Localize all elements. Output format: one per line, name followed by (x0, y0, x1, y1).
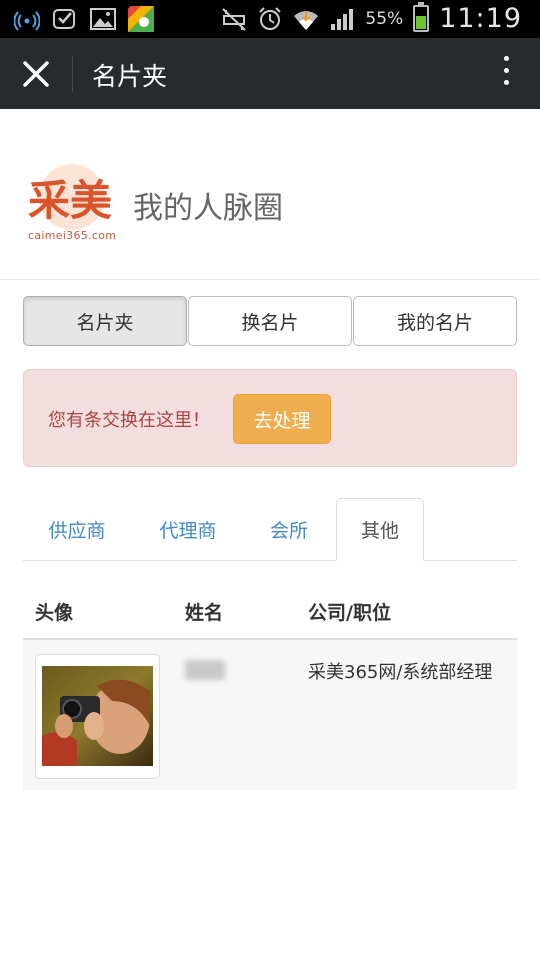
segment-exchange-card[interactable]: 换名片 (188, 296, 352, 346)
close-icon[interactable] (18, 56, 54, 92)
alarm-icon (257, 6, 283, 32)
table-header: 头像 姓名 公司/职位 (23, 582, 517, 640)
column-name: 姓名 (185, 602, 224, 624)
handle-button[interactable]: 去处理 (233, 394, 331, 444)
window-title: 名片夹 (92, 62, 168, 91)
contact-company-position: 采美365网/系统部经理 (308, 662, 493, 683)
logo: 采美 caimei365.com (24, 163, 120, 245)
battery-fill (416, 16, 427, 29)
signal-icon (329, 6, 355, 32)
category-tabs: 供应商 代理商 会所 其他 (23, 498, 517, 561)
wifi-hotspot-icon (14, 6, 40, 32)
tab-agent[interactable]: 代理商 (136, 498, 240, 560)
logo-domain: caimei365.com (28, 229, 117, 242)
pending-exchange-alert: 您有条交换在这里！ 去处理 (23, 369, 517, 467)
more-vertical-icon[interactable] (502, 56, 510, 92)
page-title: 我的人脉圈 (133, 191, 283, 226)
page-header: 采美 caimei365.com 我的人脉圈 (0, 109, 540, 280)
title-divider (72, 56, 73, 92)
battery-icon (413, 2, 430, 32)
table-row[interactable]: 游镜 采美365网/系统部经理 (23, 640, 517, 790)
logo-mark-icon: 采美 (28, 164, 112, 230)
alert-message: 您有条交换在这里！ (48, 410, 210, 431)
svg-text:采美: 采美 (28, 176, 112, 225)
silent-mode-icon (221, 6, 247, 32)
battery-percentage: 55% (365, 8, 404, 29)
colorful-app-icon (128, 6, 154, 32)
status-icons-left (14, 6, 154, 32)
clock: 11:19 (439, 3, 522, 34)
tab-club[interactable]: 会所 (248, 498, 330, 560)
wifi-icon (293, 6, 319, 32)
segment-button-group: 名片夹 换名片 我的名片 (23, 296, 517, 346)
column-avatar: 头像 (35, 602, 74, 624)
contacts-table: 头像 姓名 公司/职位 采美365网/系统部经理 (23, 582, 517, 790)
column-company-position: 公司/职位 (308, 602, 391, 624)
avatar[interactable] (35, 654, 160, 779)
tab-supplier[interactable]: 供应商 (23, 498, 131, 560)
app-title-bar: 名片夹 (0, 38, 540, 109)
image-icon (90, 6, 116, 32)
status-icons-right: 55% 11:19 (221, 2, 522, 34)
status-bar: 55% 11:19 (0, 0, 540, 38)
tab-other[interactable]: 其他 (336, 498, 424, 561)
missed-call-icon (52, 6, 78, 32)
segment-card-holder[interactable]: 名片夹 (23, 296, 187, 346)
segment-my-card[interactable]: 我的名片 (353, 296, 517, 346)
contact-name: 游镜 (185, 660, 225, 680)
avatar-photo (42, 666, 153, 766)
